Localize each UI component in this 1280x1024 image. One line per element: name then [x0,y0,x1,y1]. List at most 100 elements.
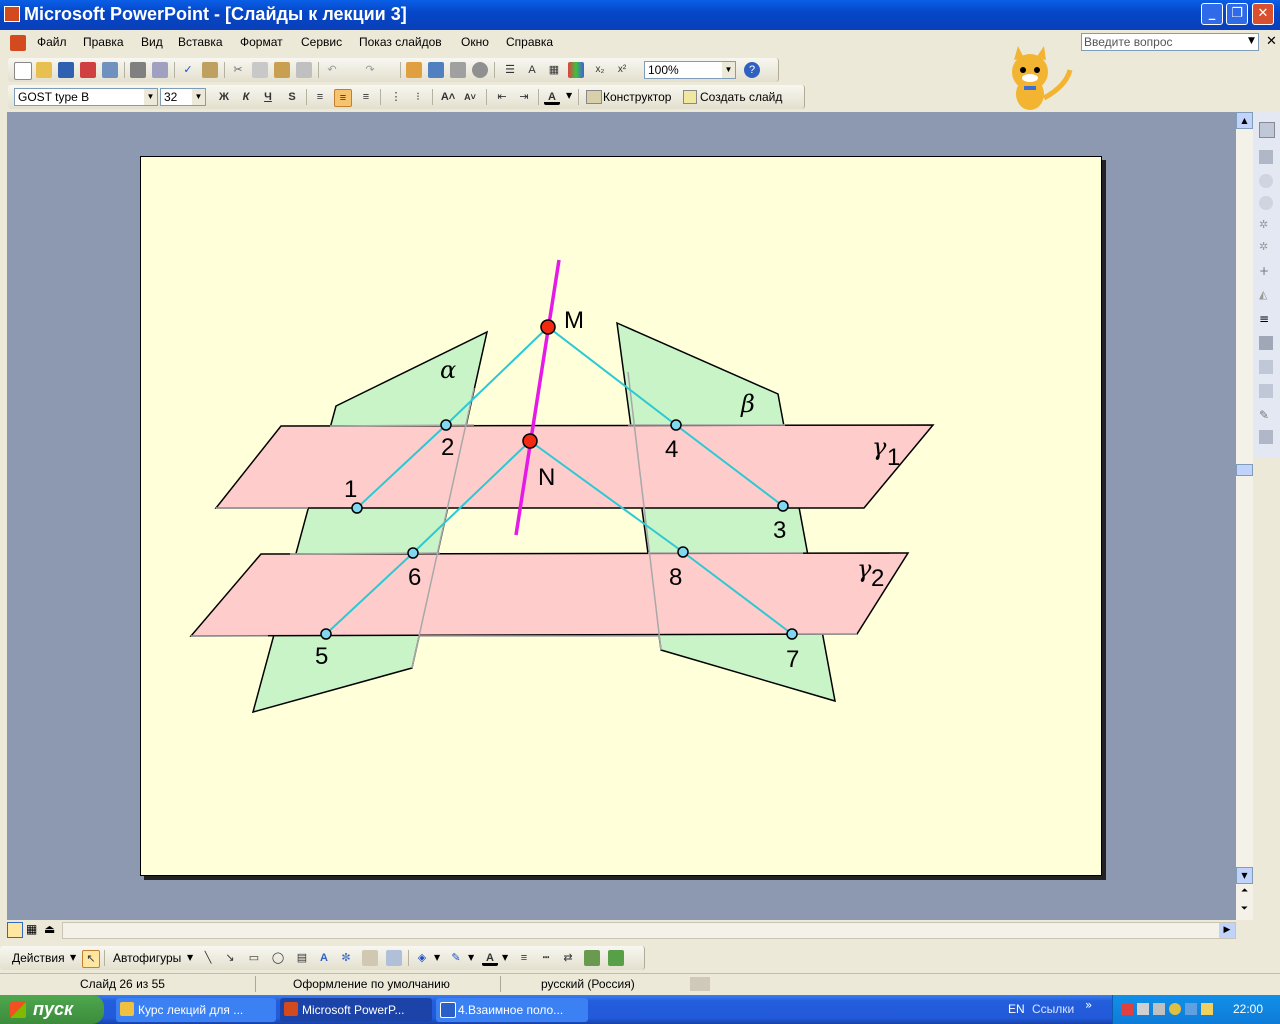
print-preview-icon[interactable] [152,62,168,78]
line-style-icon[interactable]: + [1259,264,1273,278]
scroll-up-icon[interactable]: ▲ [1236,112,1253,129]
task-powerpoint[interactable]: Microsoft PowerP... [280,998,432,1022]
links-toolbar[interactable]: Ссылки [1032,1002,1074,1016]
scroll-thumb[interactable] [1236,464,1253,476]
font-select[interactable]: GOST type B ▼ [14,88,158,106]
antivirus-icon[interactable] [1121,1003,1133,1015]
minimize-button[interactable]: _ [1201,3,1223,25]
undo-icon[interactable]: ↶ [324,62,340,78]
normal-view-button[interactable] [7,922,23,938]
designer-button[interactable]: Конструктор [603,90,671,104]
previous-slide-icon[interactable]: ⏶ [1236,886,1253,902]
expand-all-icon[interactable]: ☰ [502,62,518,78]
rotate-icon[interactable]: ✲ [1259,240,1273,254]
messenger-icon[interactable] [1169,1003,1181,1015]
italic-button[interactable]: К [238,89,254,105]
increase-font-icon[interactable]: A˄ [440,89,456,105]
maximize-button[interactable]: ❐ [1226,3,1248,25]
slideshow-button[interactable]: ⏏ [44,922,55,936]
spelling-status-icon[interactable] [690,977,710,991]
shadow-button[interactable]: S [284,89,300,105]
menu-view[interactable]: Вид [141,35,163,49]
table-icon[interactable] [428,62,444,78]
arrow-style-icon[interactable]: ⇄ [560,950,576,966]
insert-picture-icon[interactable] [386,950,402,966]
tables-borders-icon[interactable] [450,62,466,78]
reset-picture-icon[interactable] [1259,384,1273,398]
color-grayscale-icon[interactable] [568,62,584,78]
menu-format[interactable]: Формат [240,35,283,49]
decrease-font-icon[interactable]: A˅ [462,89,478,105]
update-icon[interactable] [1185,1003,1197,1015]
font-color-dropdown-icon[interactable]: ▼ [566,91,572,100]
textbox-icon[interactable]: ▤ [294,950,310,966]
zoom-select[interactable]: 100% ▼ [644,61,736,79]
wordart-icon[interactable]: A [316,950,332,966]
scroll-down-icon[interactable]: ▼ [1236,867,1253,884]
fill-dropdown-icon[interactable]: ▼ [434,953,440,962]
dash-style-icon[interactable]: ┅ [538,950,554,966]
close-button[interactable]: ✕ [1252,3,1274,25]
format-painter-icon[interactable] [296,62,312,78]
print-icon[interactable] [130,62,146,78]
font-dropdown-icon[interactable]: ▼ [144,89,157,105]
email-icon[interactable] [102,62,118,78]
tray-app-icon[interactable] [1201,1003,1213,1015]
task-course-lectures[interactable]: Курс лекций для ... [116,998,276,1022]
horizontal-scrollbar[interactable]: ▶ [62,922,1236,939]
actions-menu[interactable]: Действия [12,951,65,965]
spelling-icon[interactable]: ✓ [180,62,196,78]
language-indicator[interactable]: EN [1008,1002,1025,1016]
redo-icon[interactable]: ↷ [362,62,378,78]
pen-icon[interactable]: ✎ [1259,408,1273,422]
layout-icon[interactable] [1259,150,1273,164]
increase-indent-icon[interactable]: ⇥ [516,89,532,105]
decrease-indent-icon[interactable]: ⇤ [494,89,510,105]
compress-icon[interactable]: ◭ [1259,288,1273,302]
numbering-icon[interactable]: ⋮ [388,89,404,105]
help-icon[interactable]: ? [744,62,760,78]
document-icon[interactable] [10,35,26,51]
line-color-dropdown-icon[interactable]: ▼ [468,953,474,962]
menu-tools[interactable]: Сервис [301,35,342,49]
align-center-icon[interactable]: ≡ [334,89,352,107]
rectangle-icon[interactable]: ▭ [246,950,262,966]
underline-button[interactable]: Ч [260,89,276,105]
plane-alpha[interactable] [251,330,489,714]
grid-icon[interactable]: ▦ [546,62,562,78]
format-picture-icon[interactable] [1259,336,1273,350]
line-icon[interactable]: ╲ [200,950,216,966]
transparent-icon[interactable] [1259,360,1273,374]
cut-icon[interactable]: ✂ [230,62,246,78]
slide-canvas[interactable]: M N 1 2 3 4 5 6 7 8 α β γ 1 γ 2 [140,156,1102,876]
arrow-icon[interactable]: ↘ [222,950,238,966]
copy-icon[interactable] [252,62,268,78]
line-style-draw-icon[interactable]: ≡ [516,950,532,966]
network-icon[interactable] [1137,1003,1149,1015]
slide-sorter-button[interactable]: ▦ [26,922,37,936]
font-color-draw-icon[interactable]: A [482,950,498,966]
bold-button[interactable]: Ж [216,89,232,105]
diagram-icon[interactable]: ✼ [338,950,354,966]
save-icon[interactable] [58,62,74,78]
vertical-scrollbar[interactable]: ▲ ▼ ⏶ ⏷ [1236,112,1253,920]
close-doc-icon[interactable]: ✕ [1266,34,1277,49]
menu-slideshow[interactable]: Показ слайдов [359,35,442,49]
crop-icon[interactable]: ✲ [1259,218,1273,232]
oval-icon[interactable]: ◯ [270,950,286,966]
contrast-icon[interactable] [1259,196,1273,210]
bullets-icon[interactable]: ⁝ [410,89,426,105]
links-expand-icon[interactable]: » [1085,998,1092,1012]
font-size-select[interactable]: 32 ▼ [160,88,206,106]
research-icon[interactable] [202,62,218,78]
lines-icon[interactable]: ≡ [1259,312,1273,326]
next-slide-icon[interactable]: ⏷ [1236,904,1253,920]
menu-file[interactable]: Файл [37,35,67,49]
font-color-draw-dropdown-icon[interactable]: ▼ [502,953,508,962]
plane-gamma2[interactable] [189,552,910,637]
point-n[interactable] [522,433,538,449]
menu-edit[interactable]: Правка [83,35,124,49]
start-button[interactable]: пуск [0,995,104,1024]
line-color-icon[interactable]: ✎ [448,950,464,966]
show-formatting-icon[interactable]: A [524,62,540,78]
